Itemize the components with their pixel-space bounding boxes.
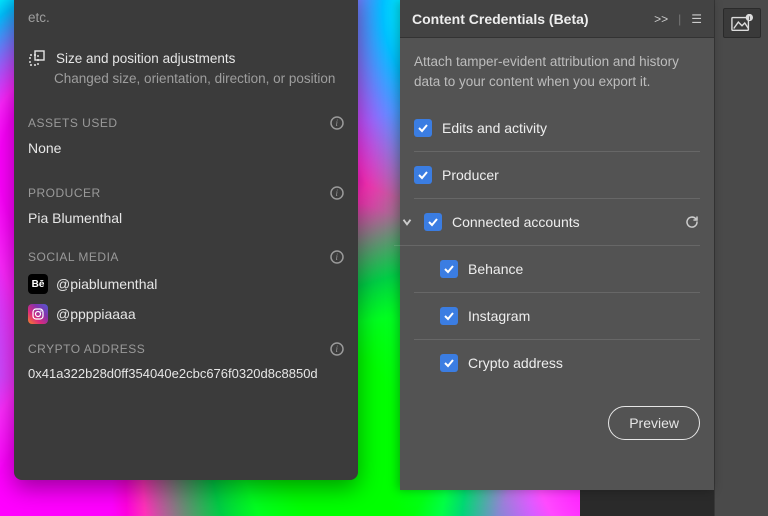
checkbox-checked-icon[interactable]: [440, 260, 458, 278]
info-icon[interactable]: i: [330, 186, 344, 200]
info-icon[interactable]: i: [330, 116, 344, 130]
checkbox-checked-icon[interactable]: [414, 166, 432, 184]
option-label: Connected accounts: [452, 214, 580, 230]
credentials-summary-panel: etc. Size and position adjustments Chang…: [14, 0, 358, 480]
option-instagram[interactable]: Instagram: [414, 293, 700, 340]
behance-icon: Bē: [28, 274, 48, 294]
svg-text:i: i: [335, 344, 338, 354]
producer-value: Pia Blumenthal: [28, 210, 344, 226]
right-tool-rail: i: [714, 0, 768, 516]
crypto-header: CRYPTO ADDRESS: [28, 342, 145, 356]
option-behance[interactable]: Behance: [414, 246, 700, 293]
checkbox-checked-icon[interactable]: [424, 213, 442, 231]
option-label: Edits and activity: [442, 120, 547, 136]
svg-text:i: i: [335, 252, 338, 262]
social-header: SOCIAL MEDIA: [28, 250, 119, 264]
option-edits[interactable]: Edits and activity: [414, 105, 700, 152]
instagram-icon: [28, 304, 48, 324]
chevron-down-icon[interactable]: [400, 215, 414, 229]
option-crypto[interactable]: Crypto address: [414, 340, 700, 386]
lower-canvas-strip: [580, 490, 714, 516]
social-handle: @ppppiaaaa: [56, 306, 136, 322]
assets-value: None: [28, 140, 344, 156]
adjust-icon: [28, 49, 46, 67]
info-icon[interactable]: i: [330, 342, 344, 356]
refresh-icon[interactable]: [684, 214, 700, 230]
option-label: Behance: [468, 261, 523, 277]
crypto-address: 0x41a322b28d0ff354040e2cbc676f0320d8c885…: [28, 366, 344, 381]
option-connected[interactable]: Connected accounts: [394, 199, 700, 246]
adjust-subtitle: Changed size, orientation, direction, or…: [54, 71, 344, 86]
content-credentials-panel: Content Credentials (Beta) >> | ☰ Attach…: [400, 0, 714, 490]
image-info-icon: i: [731, 14, 753, 32]
panel-title: Content Credentials (Beta): [412, 11, 589, 27]
adjust-title: Size and position adjustments: [56, 51, 235, 66]
social-handle: @piablumenthal: [56, 276, 157, 292]
info-icon[interactable]: i: [330, 250, 344, 264]
svg-text:i: i: [335, 118, 338, 128]
checkbox-checked-icon[interactable]: [414, 119, 432, 137]
option-producer[interactable]: Producer: [414, 152, 700, 199]
collapse-icon[interactable]: >>: [654, 12, 668, 26]
panel-description: Attach tamper-evident attribution and hi…: [414, 52, 700, 91]
option-label: Producer: [442, 167, 499, 183]
truncated-text: etc.: [28, 10, 344, 25]
assets-header: ASSETS USED: [28, 116, 118, 130]
svg-text:i: i: [335, 188, 338, 198]
social-instagram-row[interactable]: @ppppiaaaa: [28, 304, 344, 324]
option-label: Instagram: [468, 308, 530, 324]
properties-panel-button[interactable]: i: [723, 8, 761, 38]
producer-header: PRODUCER: [28, 186, 101, 200]
panel-menu-icon[interactable]: ☰: [691, 12, 702, 26]
checkbox-checked-icon[interactable]: [440, 307, 458, 325]
option-label: Crypto address: [468, 355, 563, 371]
preview-button[interactable]: Preview: [608, 406, 700, 440]
panel-header: Content Credentials (Beta) >> | ☰: [400, 0, 714, 38]
checkbox-checked-icon[interactable]: [440, 354, 458, 372]
social-behance-row[interactable]: Bē @piablumenthal: [28, 274, 344, 294]
